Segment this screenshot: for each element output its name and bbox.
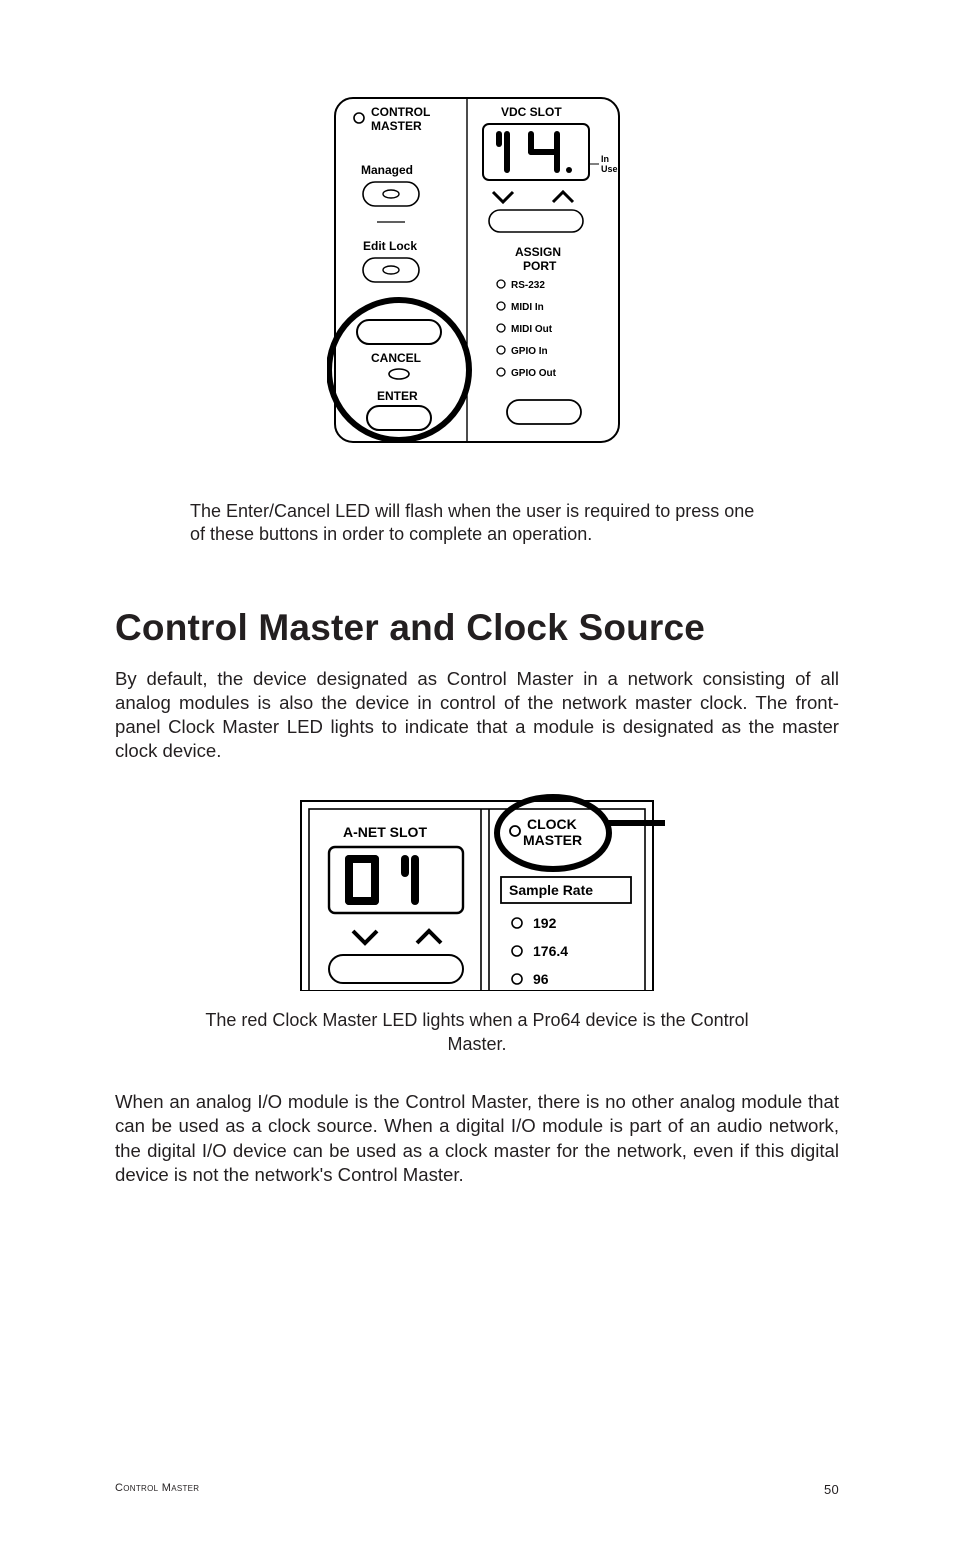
figure-1-caption: The Enter/Cancel LED will flash when the… (190, 500, 764, 547)
svg-text:CONTROL: CONTROL (371, 105, 430, 119)
svg-text:PORT: PORT (523, 259, 557, 273)
svg-text:Edit Lock: Edit Lock (363, 239, 417, 253)
footer-page-number: 50 (824, 1482, 839, 1497)
svg-text:ASSIGN: ASSIGN (515, 245, 561, 259)
svg-text:GPIO In: GPIO In (511, 346, 548, 357)
svg-text:MASTER: MASTER (371, 119, 422, 133)
svg-text:MIDI Out: MIDI Out (511, 324, 553, 335)
body-paragraph-2: When an analog I/O module is the Control… (115, 1090, 839, 1187)
svg-text:192: 192 (533, 915, 557, 931)
svg-text:ENTER: ENTER (377, 389, 418, 403)
figure-control-panel: CONTROL MASTER Managed Edit Lock CANCEL … (115, 90, 839, 450)
svg-text:Use: Use (601, 164, 618, 174)
svg-text:CLOCK: CLOCK (527, 816, 577, 832)
svg-text:VDC SLOT: VDC SLOT (501, 105, 562, 119)
svg-text:96: 96 (533, 971, 549, 987)
svg-text:Managed: Managed (361, 163, 413, 177)
svg-text:CANCEL: CANCEL (371, 351, 421, 365)
svg-text:176.4: 176.4 (533, 943, 568, 959)
figure-clock-master: A-NET SLOT CLOCK MASTER (115, 791, 839, 991)
svg-text:Sample Rate: Sample Rate (509, 882, 593, 898)
section-heading: Control Master and Clock Source (115, 607, 839, 649)
body-paragraph-1: By default, the device designated as Con… (115, 667, 839, 764)
footer-section-name: Control Master (115, 1482, 199, 1497)
svg-text:MASTER: MASTER (523, 832, 582, 848)
svg-text:A-NET SLOT: A-NET SLOT (343, 824, 427, 840)
svg-text:MIDI In: MIDI In (511, 302, 544, 313)
svg-text:GPIO Out: GPIO Out (511, 368, 557, 379)
svg-text:In: In (601, 154, 609, 164)
figure-2-caption: The red Clock Master LED lights when a P… (190, 1009, 764, 1056)
svg-text:RS-232: RS-232 (511, 280, 545, 291)
